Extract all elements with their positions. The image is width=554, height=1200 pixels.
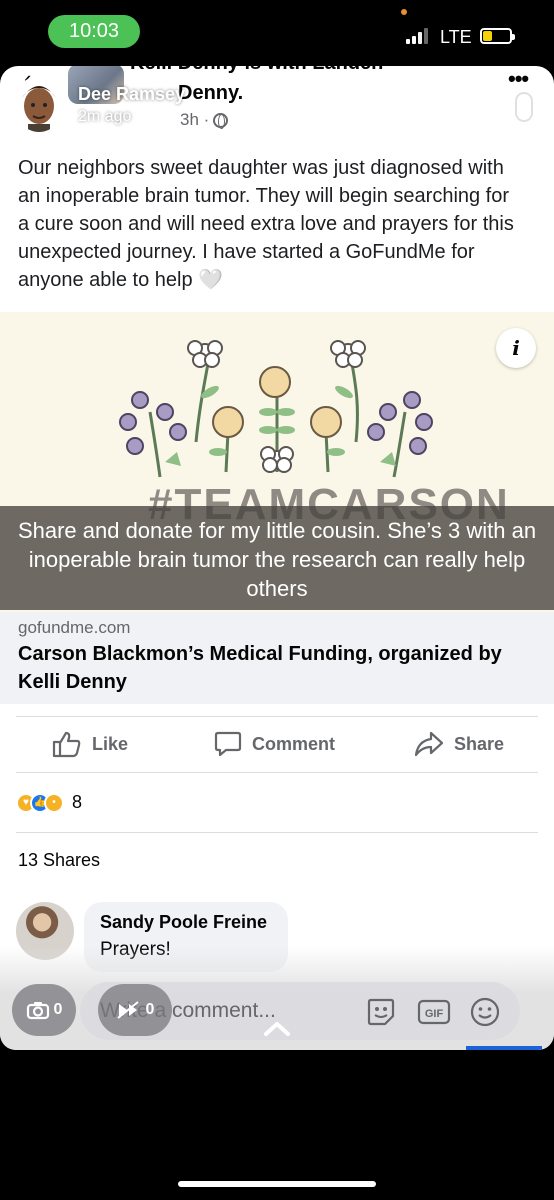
share-icon bbox=[414, 731, 444, 757]
divider bbox=[16, 772, 538, 773]
like-icon bbox=[52, 731, 81, 758]
post-time: 3h · bbox=[180, 110, 210, 129]
share-button[interactable]: Share bbox=[414, 731, 504, 757]
svg-text:GIF: GIF bbox=[425, 1008, 444, 1020]
comment-icon bbox=[214, 731, 242, 757]
battery-icon bbox=[480, 28, 515, 44]
link-domain: gofundme.com bbox=[18, 618, 131, 637]
sticker-icon[interactable] bbox=[364, 995, 398, 1029]
tab-indicator bbox=[466, 1046, 542, 1050]
snap-replay-count-button[interactable]: 0 bbox=[98, 984, 172, 1036]
comment-button[interactable]: Comment bbox=[214, 730, 335, 758]
reaction-summary[interactable]: ♥ 👍 • 8 bbox=[16, 792, 82, 813]
emoji-icon[interactable] bbox=[468, 995, 502, 1029]
post-header-line1[interactable]: Kelli Denny is with Landen bbox=[130, 66, 383, 75]
shares-count[interactable]: 13 Shares bbox=[18, 850, 100, 871]
status-time[interactable]: 10:03 bbox=[48, 15, 140, 48]
more-icon[interactable]: ••• bbox=[508, 66, 529, 92]
snap-sender-avatar[interactable] bbox=[14, 76, 64, 132]
reaction-count: 8 bbox=[72, 792, 83, 812]
comment-label: Comment bbox=[252, 733, 336, 754]
snap-side-handle[interactable] bbox=[515, 92, 533, 122]
link-title: Carson Blackmon’s Medical Funding, organ… bbox=[18, 643, 502, 693]
carrier-label: LTE bbox=[440, 27, 472, 47]
snap-sender-name: Dee Ramsey bbox=[78, 84, 186, 104]
post-meta: 3h · bbox=[136, 110, 229, 130]
like-label: Like bbox=[92, 733, 129, 754]
snap-view-count-button[interactable]: 0 bbox=[12, 984, 76, 1036]
sad-reaction-icon: • bbox=[44, 792, 64, 813]
link-preview-meta[interactable]: gofundme.com Carson Blackmon’s Medical F… bbox=[0, 612, 554, 704]
snap-replay-count: 0 bbox=[145, 1001, 155, 1018]
info-icon[interactable]: i bbox=[496, 328, 536, 368]
gif-icon[interactable]: GIF bbox=[416, 995, 452, 1029]
share-label: Share bbox=[454, 733, 505, 754]
comment-author[interactable]: Sandy Poole Freine bbox=[100, 912, 272, 933]
replay-icon bbox=[116, 1001, 139, 1019]
signal-icon bbox=[406, 28, 428, 44]
chevron-up-icon[interactable] bbox=[262, 1018, 292, 1038]
post-header-line2[interactable]: Denny. bbox=[178, 82, 243, 105]
globe-icon bbox=[213, 112, 229, 129]
status-bar: 10:03 LTE bbox=[0, 0, 554, 66]
recording-dot bbox=[401, 9, 407, 15]
divider bbox=[16, 716, 538, 717]
post-actions: Like Comment Share bbox=[0, 718, 554, 770]
snap-caption[interactable]: Share and donate for my little cousin. S… bbox=[0, 506, 554, 610]
camera-icon bbox=[26, 1002, 49, 1020]
divider bbox=[16, 832, 538, 833]
like-button[interactable]: Like bbox=[52, 730, 128, 758]
post-card: ‹ Kelli Denny is with Landen ••• Denny. … bbox=[0, 66, 554, 1050]
snap-view-count: 0 bbox=[53, 1001, 63, 1018]
post-body-text: Our neighbors sweet daughter was just di… bbox=[18, 157, 514, 291]
snap-sender-time: 2m ago bbox=[78, 108, 132, 125]
home-indicator[interactable] bbox=[178, 1181, 376, 1187]
